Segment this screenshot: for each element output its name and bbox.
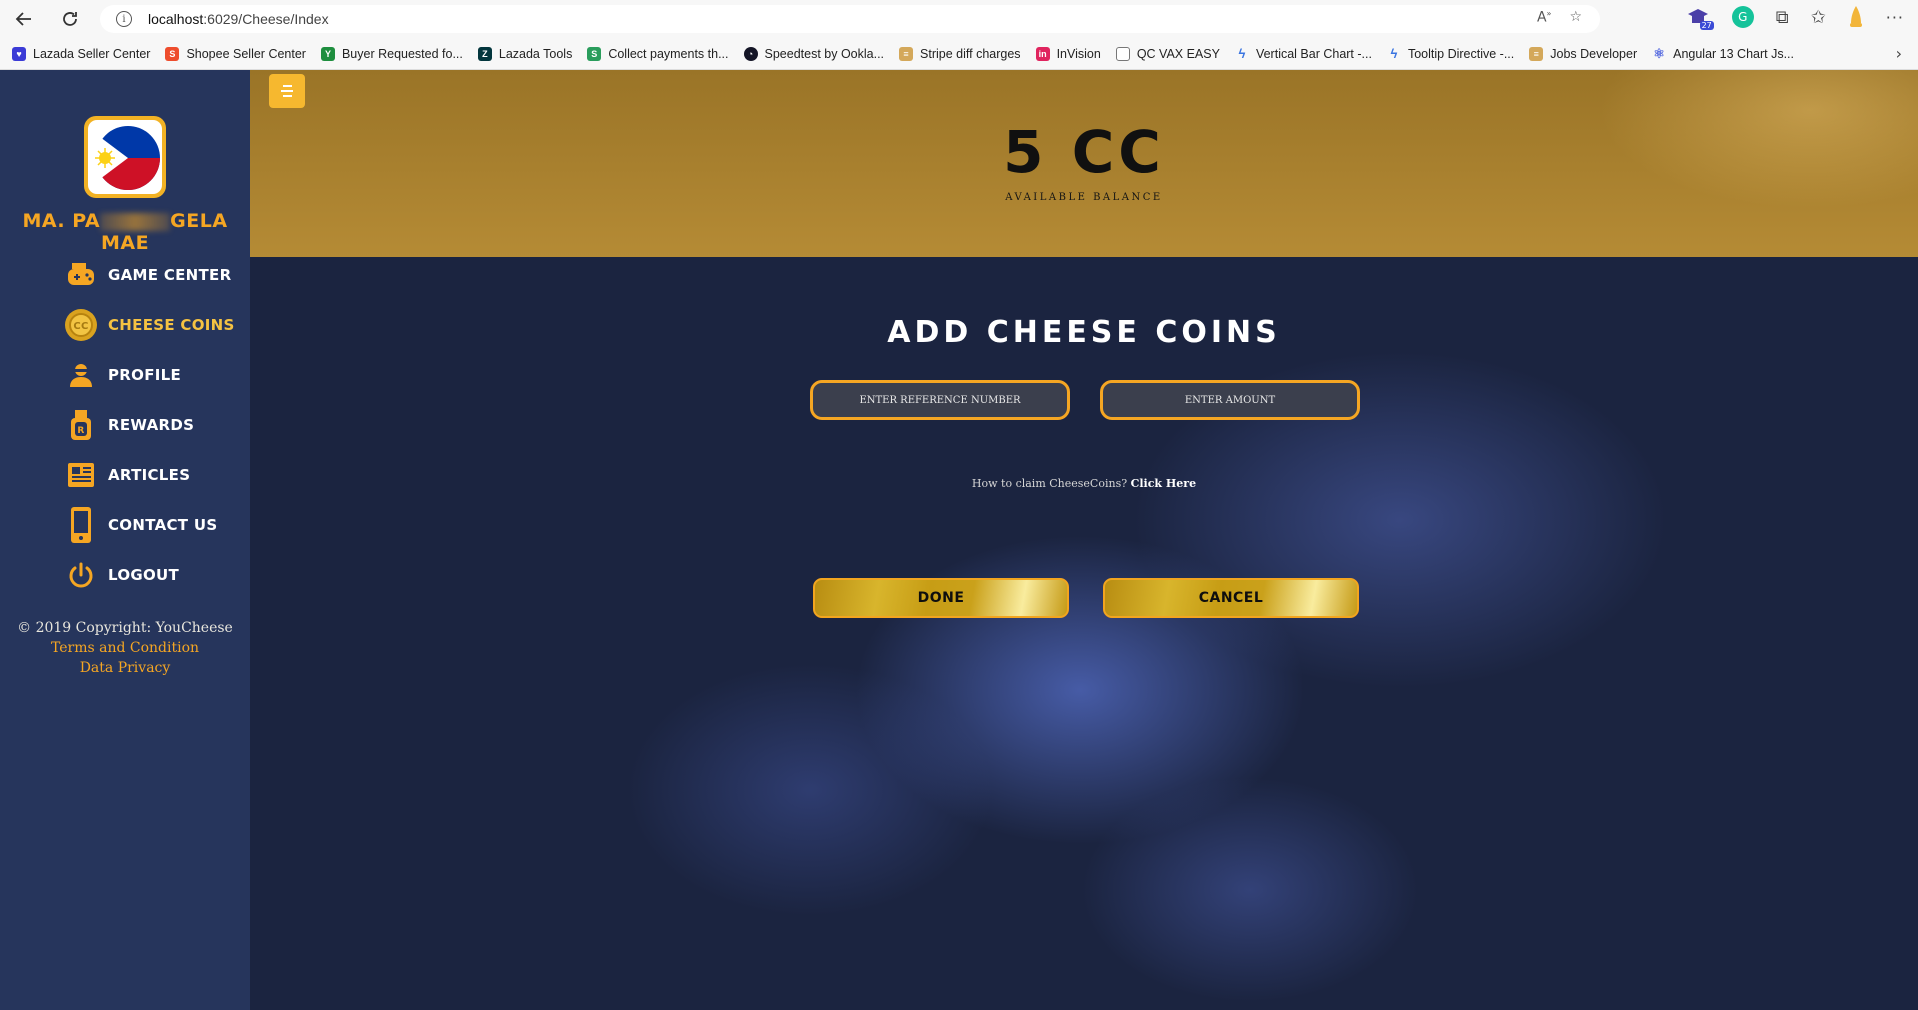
bookmark-item[interactable]: Z Lazada Tools (477, 46, 572, 61)
user-icon (64, 358, 98, 392)
extension-hat-icon[interactable]: 27 (1686, 6, 1714, 30)
sidebar-item-contact-us[interactable]: CONTACT US (64, 500, 235, 550)
sidebar-item-articles[interactable]: ARTICLES (64, 450, 235, 500)
bookmark-item[interactable]: ⚛ Angular 13 Chart Js... (1652, 45, 1794, 61)
claim-help: How to claim CheeseCoins? Click Here (971, 477, 1197, 490)
back-icon[interactable] (10, 5, 38, 33)
sidebar-item-logout[interactable]: LOGOUT (64, 550, 235, 600)
copyright-text: © 2019 Copyright: YouCheese (17, 620, 233, 636)
sidebar-menu: GAME CENTER CC CHEESE COINS PROFILE R RE… (64, 250, 235, 600)
react-icon: ⚛ (1653, 45, 1665, 61)
sidebar-footer: © 2019 Copyright: YouCheese Terms and Co… (0, 618, 250, 678)
speedtest-icon: ◔ (743, 46, 758, 61)
main-content: 5 CC AVAILABLE BALANCE ADD CHEESE COINS … (250, 70, 1918, 1010)
s-icon: S (587, 46, 602, 61)
zendesk-icon: Z (477, 46, 492, 61)
bookmark-item[interactable]: ♥ Lazada Seller Center (12, 46, 150, 61)
favorites-icon[interactable]: ✩ (1811, 7, 1826, 28)
balance-banner: 5 CC AVAILABLE BALANCE (250, 70, 1918, 257)
privacy-link[interactable]: Data Privacy (0, 658, 250, 678)
terms-link[interactable]: Terms and Condition (0, 638, 250, 658)
browser-toolbar: i localhost:6029/Cheese/Index A» ☆ 27 G … (0, 0, 1918, 38)
done-button[interactable]: DONE (813, 578, 1069, 618)
svg-text:R: R (77, 426, 84, 436)
sidebar: MA. PA GELA MAE GAME CENTER CC CHEESE COI… (0, 70, 250, 1010)
sidebar-item-profile[interactable]: PROFILE (64, 350, 235, 400)
site-info-icon[interactable]: i (116, 11, 132, 27)
stripe-icon: ≡ (899, 46, 914, 61)
newspaper-icon (64, 458, 98, 492)
bolt-icon: ϟ (1238, 46, 1246, 61)
sidebar-item-game-center[interactable]: GAME CENTER (64, 250, 235, 300)
shopee-icon: S (165, 46, 180, 61)
medal-icon: R (64, 408, 98, 442)
bookmark-item[interactable]: QC VAX EASY (1115, 46, 1220, 61)
jobs-icon: ≡ (1529, 46, 1544, 61)
philippines-flag-icon (95, 126, 160, 190)
user-name: MA. PA GELA MAE (22, 210, 228, 254)
bookmarks-bar: ♥ Lazada Seller Center S Shopee Seller Cen… (0, 38, 1918, 70)
bookmark-item[interactable]: Y Buyer Requested fo... (320, 46, 463, 61)
sidebar-item-rewards[interactable]: R REWARDS (64, 400, 235, 450)
redacted-name-part (100, 212, 171, 231)
click-here-link[interactable]: Click Here (1131, 477, 1196, 490)
reload-icon[interactable] (56, 5, 84, 33)
gamepad-icon (64, 258, 98, 292)
amount-input[interactable] (1100, 380, 1360, 420)
reference-number-input[interactable] (810, 380, 1070, 420)
balance-label: AVAILABLE BALANCE (1005, 192, 1163, 203)
bookmark-item[interactable]: ϟ Tooltip Directive -... (1387, 46, 1515, 61)
grammarly-icon[interactable]: G (1731, 6, 1754, 28)
profile-icon[interactable] (1848, 5, 1864, 29)
extension-badge: 27 (1699, 21, 1714, 30)
bookmark-item[interactable]: S Shopee Seller Center (165, 46, 306, 61)
invision-icon: in (1035, 46, 1050, 61)
bookmark-item[interactable]: S Collect payments th... (587, 46, 729, 61)
svg-text:CC: CC (73, 321, 88, 332)
form-title: ADD CHEESE COINS (887, 315, 1281, 350)
coin-icon: CC (64, 308, 98, 342)
lazada-icon: ♥ (12, 46, 26, 61)
sidebar-item-cheese-coins[interactable]: CC CHEESE COINS (64, 300, 235, 350)
power-icon (64, 558, 98, 592)
menu-toggle-button[interactable] (269, 74, 305, 108)
bookmark-item[interactable]: ≡ Jobs Developer (1529, 46, 1637, 61)
more-menu-icon[interactable]: ··· (1886, 8, 1904, 27)
doc-icon (1115, 46, 1130, 61)
bookmark-item[interactable]: in InVision (1035, 46, 1101, 61)
bookmark-item[interactable]: ϟ Vertical Bar Chart -... (1235, 46, 1372, 61)
bookmark-item[interactable]: ◔ Speedtest by Ookla... (743, 46, 884, 61)
avatar[interactable] (84, 116, 166, 198)
cancel-button[interactable]: CANCEL (1103, 578, 1359, 618)
read-aloud-icon[interactable]: A» (1537, 9, 1551, 26)
chevron-right-icon[interactable]: › (1896, 44, 1902, 63)
address-bar[interactable]: i localhost:6029/Cheese/Index A» ☆ (100, 5, 1600, 33)
phone-icon (64, 507, 98, 543)
url-text: localhost:6029/Cheese/Index (148, 11, 329, 27)
extensions-icon[interactable]: ⧉ (1776, 7, 1789, 28)
bookmark-item[interactable]: ≡ Stripe diff charges (899, 46, 1021, 61)
favorite-add-icon[interactable]: ☆ (1569, 9, 1582, 26)
balance-value: 5 CC (1003, 118, 1165, 186)
sheet-icon: Y (320, 46, 335, 61)
bolt-icon: ϟ (1390, 46, 1398, 61)
